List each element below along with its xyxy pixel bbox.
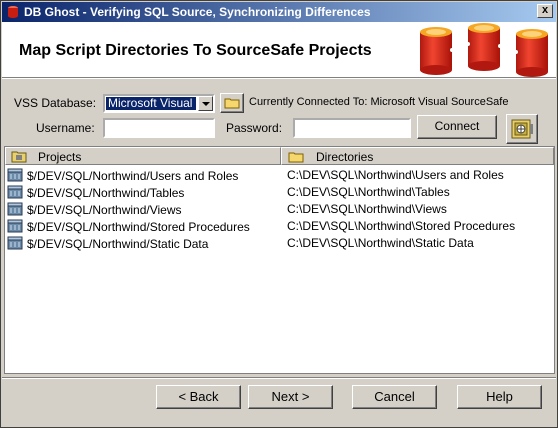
browse-button[interactable] xyxy=(220,93,244,113)
project-cell: $/DEV/SQL/Northwind/Users and Roles xyxy=(7,168,238,183)
directory-path: C:\DEV\SQL\Northwind\Tables xyxy=(287,185,450,199)
database-cylinders-logo xyxy=(410,22,556,78)
projects-column-header[interactable]: Projects xyxy=(5,147,281,165)
project-path: $/DEV/SQL/Northwind/Stored Procedures xyxy=(27,220,250,234)
next-button[interactable]: Next > xyxy=(248,385,333,409)
mapping-table[interactable]: Projects Directories $/DEV/SQL/Northwind… xyxy=(4,146,555,374)
project-cell: $/DEV/SQL/Northwind/Stored Procedures xyxy=(7,219,250,234)
table-row[interactable]: $/DEV/SQL/Northwind/Users and Roles C:\DE… xyxy=(5,167,554,184)
table-row[interactable]: $/DEV/SQL/Northwind/Static Data C:\DEV\SQ… xyxy=(5,235,554,252)
back-button[interactable]: < Back xyxy=(156,385,241,409)
project-path: $/DEV/SQL/Northwind/Users and Roles xyxy=(27,169,239,183)
database-icon xyxy=(7,202,23,216)
directories-column-header[interactable]: Directories xyxy=(281,147,554,165)
vss-database-value: Microsoft Visual xyxy=(106,97,196,110)
projects-header-label: Projects xyxy=(38,150,82,164)
cancel-button[interactable]: Cancel xyxy=(352,385,437,409)
page-title: Map Script Directories To SourceSafe Pro… xyxy=(19,42,372,59)
folder-icon xyxy=(288,152,304,163)
project-cell: $/DEV/SQL/Northwind/Tables xyxy=(7,185,184,200)
footer-divider xyxy=(2,377,556,379)
chevron-down-icon[interactable] xyxy=(198,96,213,111)
vss-database-select[interactable]: Microsoft Visual xyxy=(103,94,215,113)
db-ghost-icon xyxy=(8,6,18,18)
close-button[interactable]: x xyxy=(537,4,553,18)
project-cell: $/DEV/SQL/Northwind/Static Data xyxy=(7,236,208,251)
sourcesafe-button[interactable] xyxy=(506,114,538,144)
wizard-header: Map Script Directories To SourceSafe Pro… xyxy=(2,22,556,78)
database-icon xyxy=(7,219,23,233)
project-cell: $/DEV/SQL/Northwind/Views xyxy=(7,202,182,217)
database-icon xyxy=(7,168,23,182)
sourcesafe-vault-icon xyxy=(511,119,533,139)
password-label: Password: xyxy=(226,121,283,135)
directory-path: C:\DEV\SQL\Northwind\Views xyxy=(287,202,447,216)
connection-status: Currently Connected To: Microsoft Visual… xyxy=(249,96,509,108)
directory-path: C:\DEV\SQL\Northwind\Users and Roles xyxy=(287,168,504,182)
directory-path: C:\DEV\SQL\Northwind\Static Data xyxy=(287,236,474,250)
table-row[interactable]: $/DEV/SQL/Northwind/Tables C:\DEV\SQL\Nor… xyxy=(5,184,554,201)
window-title: DB Ghost - Verifying SQL Source, Synchro… xyxy=(24,5,371,19)
title-bar[interactable]: DB Ghost - Verifying SQL Source, Synchro… xyxy=(2,2,556,22)
database-icon xyxy=(7,236,23,250)
username-label: Username: xyxy=(36,121,95,135)
folder-icon xyxy=(224,98,240,109)
directory-path: C:\DEV\SQL\Northwind\Stored Procedures xyxy=(287,219,516,233)
database-icon xyxy=(7,185,23,199)
vss-database-label: VSS Database: xyxy=(14,96,97,110)
table-row[interactable]: $/DEV/SQL/Northwind/Views C:\DEV\SQL\Nort… xyxy=(5,201,554,218)
project-path: $/DEV/SQL/Northwind/Views xyxy=(27,203,182,217)
project-folder-icon xyxy=(11,151,27,163)
table-row[interactable]: $/DEV/SQL/Northwind/Stored Procedures C:\… xyxy=(5,218,554,235)
username-field[interactable] xyxy=(103,118,215,138)
connect-button[interactable]: Connect xyxy=(417,115,497,139)
project-path: $/DEV/SQL/Northwind/Static Data xyxy=(27,237,209,251)
help-button[interactable]: Help xyxy=(457,385,542,409)
dialog-window: DB Ghost - Verifying SQL Source, Synchro… xyxy=(0,0,558,428)
header-divider xyxy=(2,77,556,79)
directories-header-label: Directories xyxy=(316,150,374,164)
password-field[interactable] xyxy=(293,118,411,138)
project-path: $/DEV/SQL/Northwind/Tables xyxy=(27,186,185,200)
